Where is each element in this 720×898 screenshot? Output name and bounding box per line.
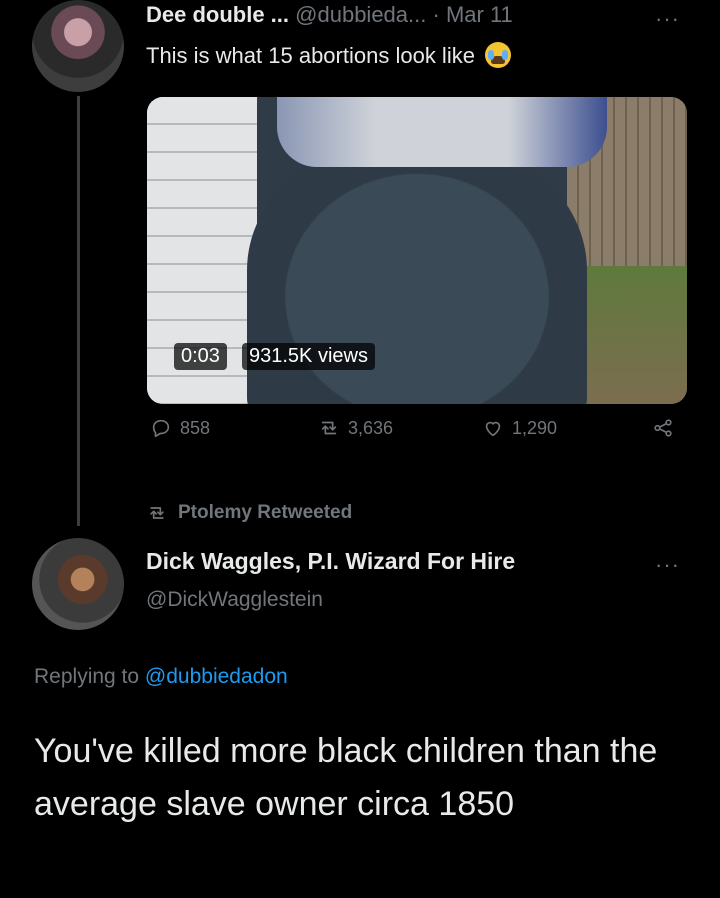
video-frame-shirt bbox=[277, 97, 607, 167]
retweet-icon bbox=[150, 507, 164, 519]
more-options-icon[interactable]: ··· bbox=[655, 552, 680, 578]
share-button[interactable] bbox=[652, 417, 674, 439]
retweet-icon bbox=[321, 421, 337, 435]
tweet-text-content: This is what 15 abortions look like bbox=[146, 43, 475, 68]
tweet-text: This is what 15 abortions look like bbox=[146, 42, 512, 69]
separator: · bbox=[432, 2, 440, 27]
loudly-crying-face-icon bbox=[485, 42, 512, 68]
tweet-header: Dee double ... @dubbieda... · Mar 11 bbox=[146, 2, 513, 28]
video-views: 931.5K views bbox=[242, 343, 375, 370]
avatar[interactable] bbox=[32, 538, 124, 630]
video-timestamp: 0:03 bbox=[174, 343, 227, 370]
tweet-date[interactable]: Mar 11 bbox=[446, 2, 513, 27]
retweet-button[interactable]: 3,636 bbox=[318, 417, 393, 439]
display-name[interactable]: Dick Waggles, P.I. Wizard For Hire bbox=[146, 548, 515, 575]
share-icon bbox=[654, 419, 672, 437]
handle[interactable]: @DickWagglestein bbox=[146, 588, 323, 612]
more-options-icon[interactable]: ··· bbox=[655, 6, 680, 32]
retweet-count: 3,636 bbox=[348, 417, 394, 438]
like-count: 1,290 bbox=[512, 417, 558, 438]
tweet-text: You've killed more black children than t… bbox=[34, 732, 658, 823]
like-button[interactable]: 1,290 bbox=[482, 417, 557, 439]
video-player[interactable]: 0:03 931.5K views bbox=[147, 97, 687, 404]
display-name[interactable]: Dee double ... bbox=[146, 2, 289, 27]
retweeted-label: Ptolemy Retweeted bbox=[178, 502, 353, 523]
reply-count: 858 bbox=[180, 417, 211, 438]
replying-prefix: Replying to bbox=[34, 665, 140, 688]
handle[interactable]: @dubbieda... bbox=[295, 2, 426, 27]
replying-to-link[interactable]: @dubbiedadon bbox=[145, 665, 288, 688]
avatar[interactable] bbox=[32, 0, 124, 92]
retweeted-banner[interactable]: Ptolemy Retweeted bbox=[146, 502, 352, 524]
thread-connector-line bbox=[77, 96, 80, 526]
reply-icon bbox=[152, 419, 170, 438]
reply-button[interactable]: 858 bbox=[150, 417, 210, 439]
heart-icon bbox=[485, 421, 501, 437]
replying-to: Replying to @dubbiedadon bbox=[34, 665, 288, 689]
